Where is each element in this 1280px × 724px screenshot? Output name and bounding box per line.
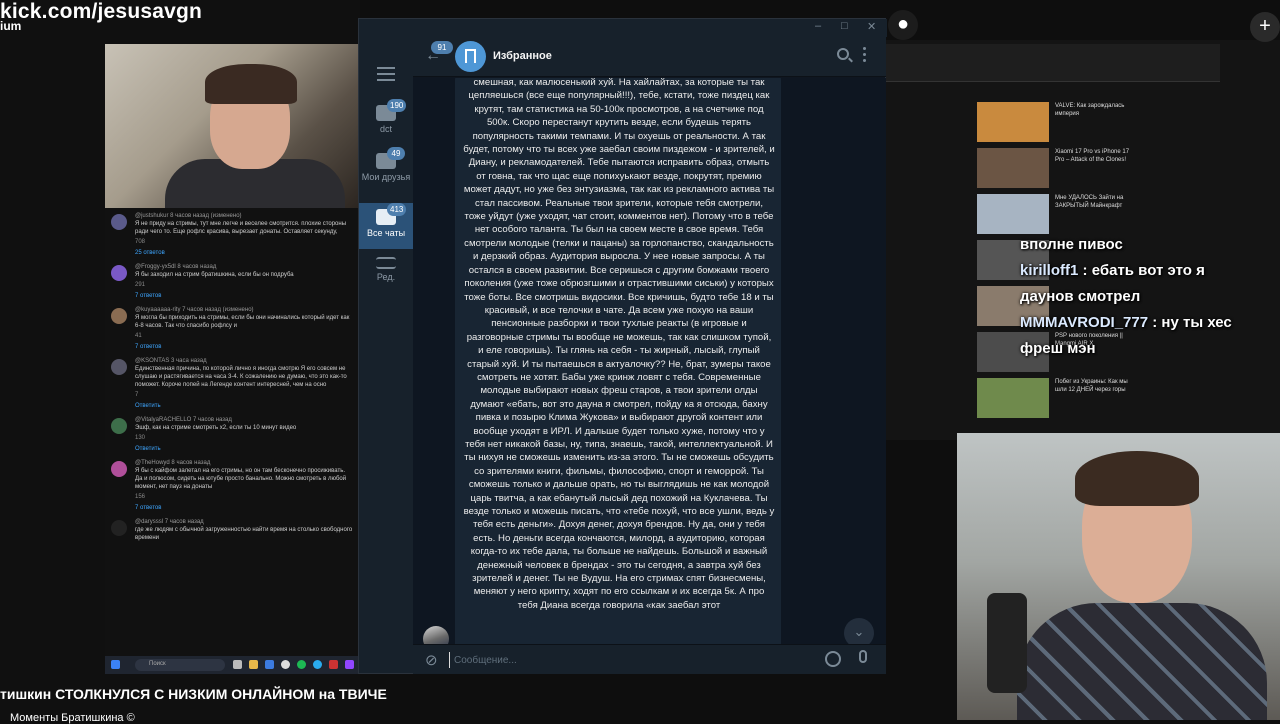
close-icon[interactable]: ✕ bbox=[867, 20, 876, 33]
video-thumbnail bbox=[977, 148, 1049, 188]
unread-badge: 413 bbox=[387, 203, 407, 216]
scroll-down-button[interactable]: ⌄ bbox=[844, 618, 874, 644]
replies-link[interactable]: 25 ответов bbox=[135, 249, 354, 257]
message-text: смешная, как малюсенький хуй. На хайлайт… bbox=[463, 78, 775, 611]
avatar bbox=[111, 308, 127, 324]
avatar bbox=[111, 418, 127, 434]
chat-message: вполне пивос bbox=[1020, 236, 1123, 253]
unread-badge: 91 bbox=[431, 41, 453, 54]
chat-username: kirilloff1 bbox=[1020, 262, 1079, 279]
comment: @TheHowyd 8 часов назад Я бы с кайфом зал… bbox=[105, 455, 360, 514]
webcam-streamer-two bbox=[957, 433, 1280, 720]
message-input[interactable] bbox=[449, 652, 809, 668]
recommended-video[interactable]: Xiaomi 17 Pro vs iPhone 17 Pro – Attack … bbox=[975, 146, 1215, 190]
file-explorer-icon[interactable] bbox=[249, 660, 258, 669]
comment: @KSONTAS 3 часа назад Единственная причин… bbox=[105, 353, 360, 412]
stream-url-watermark: kick.com/jesusavgn bbox=[0, 0, 203, 23]
video-thumbnail bbox=[977, 194, 1049, 234]
telegram-icon[interactable] bbox=[313, 660, 322, 669]
unread-badge: 190 bbox=[387, 99, 407, 112]
emoji-icon[interactable] bbox=[825, 651, 841, 667]
folders-sidebar: 190 dct 49 Мои друзья 413 Все чаты Ред. bbox=[359, 37, 413, 673]
chat-title[interactable]: Избранное bbox=[493, 50, 552, 62]
stream-sub-text: ium bbox=[0, 19, 22, 33]
sender-avatar[interactable] bbox=[423, 626, 449, 644]
add-icon[interactable]: + bbox=[1250, 12, 1280, 42]
windows-start-icon[interactable] bbox=[111, 660, 120, 669]
paperclip-icon[interactable]: ⊘ bbox=[425, 651, 438, 669]
webcam-figure-shirt bbox=[1017, 603, 1267, 720]
message-bubble[interactable]: смешная, как малюсенький хуй. На хайлайт… bbox=[455, 78, 781, 644]
taskbar-search[interactable]: Поиск bbox=[135, 659, 225, 671]
comment: @kuyaaaaaa-rity 7 часов назад (изменено)… bbox=[105, 302, 360, 353]
voice-search-icon[interactable]: ● bbox=[888, 10, 918, 40]
folder-dct[interactable]: 190 dct bbox=[359, 99, 413, 149]
avatar bbox=[111, 265, 127, 281]
app-icon[interactable] bbox=[281, 660, 290, 669]
comment: @darysssl 7 часов назад где же людям с об… bbox=[105, 514, 360, 544]
app-icon[interactable] bbox=[329, 660, 338, 669]
replies-link[interactable]: 7 ответов bbox=[135, 292, 354, 300]
webcam-figure-hair bbox=[205, 64, 297, 104]
app-icon[interactable] bbox=[265, 660, 274, 669]
chat-username: MMMAVRODI_777 bbox=[1020, 314, 1149, 331]
comment: @VitalyaRACHELLO 7 часов назад Эшф, как н… bbox=[105, 412, 360, 455]
avatar bbox=[111, 214, 127, 230]
minimize-icon[interactable]: – bbox=[815, 20, 821, 32]
avatar bbox=[111, 359, 127, 375]
folder-all-chats[interactable]: 413 Все чаты bbox=[359, 203, 413, 249]
webcam-figure-hair bbox=[1075, 451, 1199, 506]
replies-link[interactable]: 7 ответов bbox=[135, 343, 354, 351]
video-thumbnail bbox=[977, 378, 1049, 418]
avatar bbox=[111, 520, 127, 536]
message-composer: ⊘ bbox=[413, 644, 886, 674]
chat-message: MMMAVRODI_777 : ну ты хес фреш мэн bbox=[1020, 314, 1232, 357]
telegram-window: – □ ✕ 190 dct 49 Мои друзья 413 Все чаты… bbox=[358, 18, 887, 674]
twitch-icon[interactable] bbox=[345, 660, 354, 669]
unread-badge: 49 bbox=[387, 147, 405, 160]
replies-link[interactable]: 7 ответов bbox=[135, 504, 354, 512]
reply-link[interactable]: Ответить bbox=[135, 402, 354, 410]
more-menu-icon[interactable] bbox=[863, 47, 867, 65]
recommended-video[interactable]: Мне УДАЛОСЬ Зайти на ЗАКРЫТЫЙ Майнкрафт bbox=[975, 192, 1215, 236]
chat-header: ← 91 Избранное bbox=[413, 37, 886, 77]
webcam-streamer-one bbox=[105, 44, 360, 219]
maximize-icon[interactable]: □ bbox=[841, 20, 848, 32]
video-title: тишкин СТОЛКНУЛСЯ С НИЗКИМ ОНЛАЙНОМ на Т… bbox=[0, 686, 387, 702]
spotify-icon[interactable] bbox=[297, 660, 306, 669]
saved-messages-avatar[interactable] bbox=[455, 41, 486, 72]
channel-name: Моменты Братишкина © bbox=[10, 712, 135, 724]
youtube-comments-panel: @justshukur 8 часов назад (изменено) Я не… bbox=[105, 208, 360, 656]
search-icon[interactable] bbox=[837, 48, 849, 60]
browser-toolbar bbox=[886, 44, 1220, 82]
stream-chat-overlay: вполне пивос kirilloff1 : ебать вот это … bbox=[1020, 232, 1260, 362]
microphone-shape bbox=[987, 593, 1027, 693]
comment: @Froggy-yx5dl 8 часов назад Я бы заходил … bbox=[105, 259, 360, 302]
chat-history[interactable]: смешная, как малюсенький хуй. На хайлайт… bbox=[413, 78, 886, 644]
reply-link[interactable]: Ответить bbox=[135, 445, 354, 453]
sliders-icon bbox=[376, 257, 396, 269]
chat-message: kirilloff1 : ебать вот это я даунов смот… bbox=[1020, 262, 1205, 305]
task-view-icon[interactable] bbox=[233, 660, 242, 669]
comment: @justshukur 8 часов назад (изменено) Я не… bbox=[105, 208, 360, 259]
hamburger-menu-icon[interactable] bbox=[377, 67, 395, 81]
avatar bbox=[111, 461, 127, 477]
window-titlebar: – □ ✕ bbox=[359, 19, 887, 37]
windows-taskbar: Поиск bbox=[105, 656, 360, 674]
folder-edit[interactable]: Ред. bbox=[359, 257, 413, 297]
bookmark-icon bbox=[465, 49, 476, 63]
video-thumbnail bbox=[977, 102, 1049, 142]
microphone-icon[interactable] bbox=[859, 650, 867, 663]
folder-my-friends[interactable]: 49 Мои друзья bbox=[359, 147, 413, 203]
recommended-video[interactable]: VALVE: Как зарождалась империя bbox=[975, 100, 1215, 144]
recommended-video[interactable]: Побег из Украины: Как мы шли 12 ДНЕЙ чер… bbox=[975, 376, 1215, 420]
